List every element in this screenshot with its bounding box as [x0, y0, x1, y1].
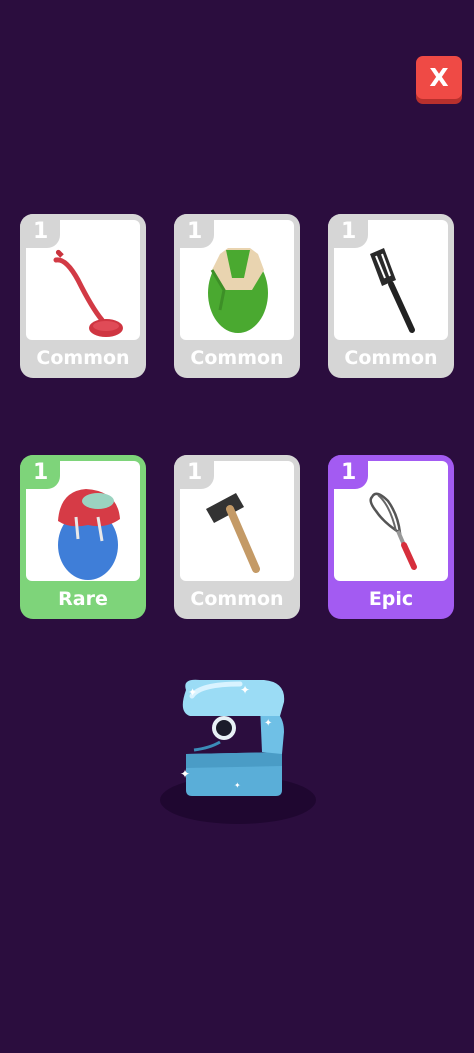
card-count: 1	[174, 214, 214, 248]
card-rarity-label: Epic	[368, 588, 414, 610]
card-count: 1	[328, 455, 368, 489]
reward-card-ladle: 1 Common	[20, 214, 146, 378]
reward-card-spatula: 1 Common	[328, 214, 454, 378]
card-rarity-label: Common	[190, 347, 284, 369]
card-rarity-label: Common	[190, 588, 284, 610]
reward-card-apron: 1 Common	[174, 214, 300, 378]
card-rarity-label: Rare	[58, 588, 108, 610]
card-count: 1	[174, 455, 214, 489]
treasure-chest-icon: ✦ ✦ ✦ ✦ ✦	[160, 679, 316, 824]
svg-text:✦: ✦	[264, 718, 272, 729]
reward-card-hoodie: 1 Rare	[20, 455, 146, 619]
card-rarity-label: Common	[344, 347, 438, 369]
open-chest[interactable]: ✦ ✦ ✦ ✦ ✦	[160, 672, 320, 832]
svg-text:✦: ✦	[180, 767, 190, 781]
card-count: 1	[20, 214, 60, 248]
card-count: 1	[20, 455, 60, 489]
svg-text:✦: ✦	[188, 686, 197, 699]
reward-card-hammer: 1 Common	[174, 455, 300, 619]
svg-text:✦: ✦	[234, 781, 241, 790]
card-count: 1	[328, 214, 368, 248]
reward-card-whisk: 1 Epic	[328, 455, 454, 619]
card-rarity-label: Common	[36, 347, 130, 369]
svg-text:✦: ✦	[240, 683, 250, 697]
close-button[interactable]: X	[416, 56, 462, 99]
